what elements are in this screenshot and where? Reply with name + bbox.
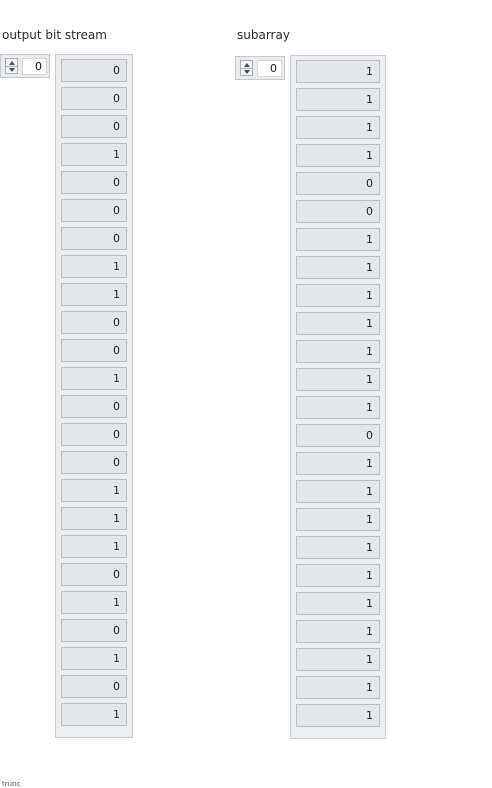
array-element[interactable]: 0 bbox=[296, 424, 380, 447]
array-element[interactable]: 0 bbox=[61, 423, 127, 446]
array-cells: 0 0 0 1 0 0 0 1 1 0 0 1 0 0 0 1 1 1 0 1 0 1 0 1 bbox=[61, 59, 127, 731]
array-element[interactable]: 0 bbox=[61, 87, 127, 110]
array-element[interactable]: 0 bbox=[296, 200, 380, 223]
array-element[interactable]: 1 bbox=[296, 480, 380, 503]
array-element[interactable]: 1 bbox=[296, 284, 380, 307]
decrement-arrow-icon[interactable] bbox=[6, 66, 17, 73]
array-element[interactable]: 1 bbox=[296, 60, 380, 83]
array-element[interactable]: 1 bbox=[296, 620, 380, 643]
array-element[interactable]: 1 bbox=[296, 116, 380, 139]
index-value-field[interactable]: 0 bbox=[22, 58, 47, 75]
output-bit-stream-index-control[interactable]: 0 bbox=[0, 54, 50, 78]
array-element[interactable]: 1 bbox=[61, 283, 127, 306]
index-stepper[interactable] bbox=[240, 60, 253, 76]
array-element[interactable]: 0 bbox=[61, 171, 127, 194]
array-cells: 1 1 1 1 0 0 1 1 1 1 1 1 1 0 1 1 1 1 1 1 1 1 1 1 bbox=[296, 60, 380, 732]
array-element[interactable]: 0 bbox=[61, 395, 127, 418]
array-element[interactable]: 0 bbox=[296, 172, 380, 195]
array-element[interactable]: 0 bbox=[61, 227, 127, 250]
array-element[interactable]: 1 bbox=[61, 143, 127, 166]
array-element[interactable]: 1 bbox=[296, 340, 380, 363]
output-bit-stream-label: output bit stream bbox=[2, 28, 107, 42]
array-element[interactable]: 0 bbox=[61, 451, 127, 474]
array-element[interactable]: 1 bbox=[296, 312, 380, 335]
array-element[interactable]: 1 bbox=[61, 367, 127, 390]
index-stepper[interactable] bbox=[5, 58, 18, 74]
array-element[interactable]: 1 bbox=[61, 647, 127, 670]
subarray-index-control[interactable]: 0 bbox=[235, 56, 285, 80]
array-element[interactable]: 1 bbox=[61, 535, 127, 558]
index-value-field[interactable]: 0 bbox=[257, 60, 282, 77]
array-element[interactable]: 1 bbox=[296, 508, 380, 531]
array-element[interactable]: 1 bbox=[61, 591, 127, 614]
array-element[interactable]: 1 bbox=[296, 676, 380, 699]
array-element[interactable]: 1 bbox=[296, 256, 380, 279]
array-element[interactable]: 0 bbox=[61, 115, 127, 138]
array-element[interactable]: 0 bbox=[61, 675, 127, 698]
subarray-label: subarray bbox=[237, 28, 290, 42]
array-element[interactable]: 1 bbox=[61, 255, 127, 278]
array-element[interactable]: 1 bbox=[296, 592, 380, 615]
array-element[interactable]: 1 bbox=[296, 228, 380, 251]
array-element[interactable]: 1 bbox=[296, 452, 380, 475]
output-bit-stream-array: 0 0 0 1 0 0 0 1 1 0 0 1 0 0 0 1 1 1 0 1 0 1 0 1 bbox=[55, 54, 133, 738]
array-element[interactable]: 1 bbox=[61, 507, 127, 530]
footer-text: trunc bbox=[2, 780, 21, 788]
array-element[interactable]: 1 bbox=[296, 648, 380, 671]
array-element[interactable]: 1 bbox=[296, 144, 380, 167]
array-element[interactable]: 1 bbox=[296, 396, 380, 419]
subarray-array: 1 1 1 1 0 0 1 1 1 1 1 1 1 0 1 1 1 1 1 1 1 1 1 1 bbox=[290, 55, 386, 739]
array-element[interactable]: 0 bbox=[61, 563, 127, 586]
array-element[interactable]: 0 bbox=[61, 339, 127, 362]
array-element[interactable]: 1 bbox=[61, 703, 127, 726]
array-element[interactable]: 1 bbox=[296, 564, 380, 587]
array-element[interactable]: 0 bbox=[61, 311, 127, 334]
array-element[interactable]: 0 bbox=[61, 199, 127, 222]
array-element[interactable]: 1 bbox=[296, 368, 380, 391]
decrement-arrow-icon[interactable] bbox=[241, 68, 252, 75]
array-element[interactable]: 0 bbox=[61, 619, 127, 642]
array-element[interactable]: 1 bbox=[296, 88, 380, 111]
array-element[interactable]: 1 bbox=[61, 479, 127, 502]
array-element[interactable]: 1 bbox=[296, 536, 380, 559]
array-element[interactable]: 1 bbox=[296, 704, 380, 727]
array-element[interactable]: 0 bbox=[61, 59, 127, 82]
